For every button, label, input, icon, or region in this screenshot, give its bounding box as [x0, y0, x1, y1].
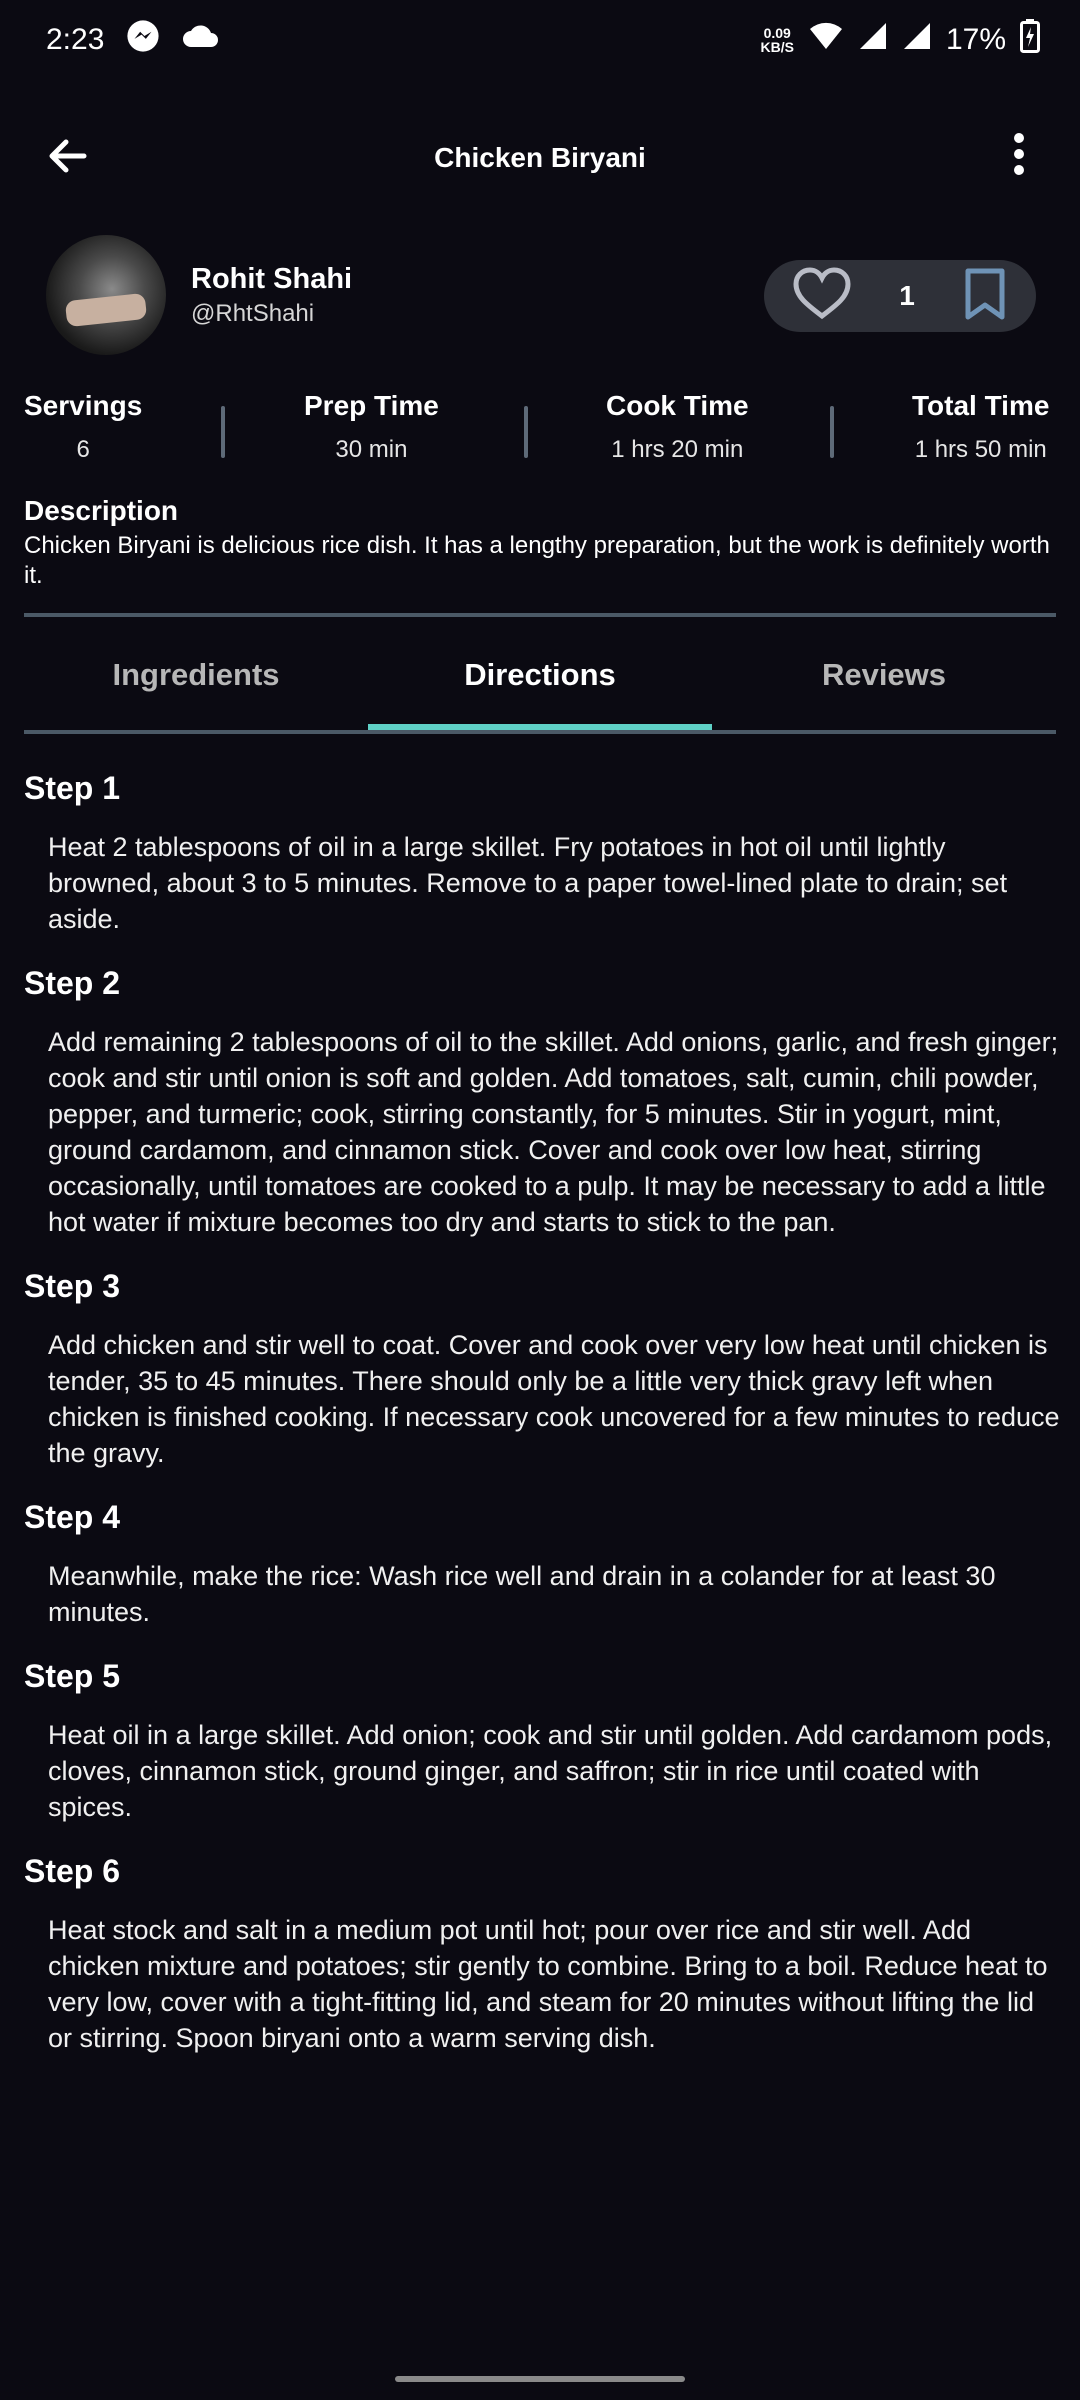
tab-ingredients[interactable]: Ingredients — [24, 620, 368, 730]
step-text: Add remaining 2 tablespoons of oil to th… — [48, 1027, 1059, 1237]
more-options-button[interactable] — [1004, 124, 1034, 184]
stat-label: Servings — [24, 390, 143, 421]
back-button[interactable] — [40, 128, 96, 184]
description-section: Description Chicken Biryani is delicious… — [24, 495, 1064, 591]
like-count: 1 — [899, 280, 915, 311]
step-text: Meanwhile, make the rice: Wash rice well… — [48, 1561, 996, 1627]
top-app-bar: Chicken Biryani — [0, 110, 1080, 205]
description-text: Chicken Biryani is delicious rice dish. … — [24, 532, 1050, 589]
battery-icon — [1020, 19, 1040, 61]
step-text: Heat stock and salt in a medium pot unti… — [48, 1915, 1048, 2053]
stat-servings: Servings 6 — [24, 390, 142, 464]
step-title: Step 4 — [24, 1499, 121, 1535]
signal-icon-1 — [858, 21, 888, 59]
messenger-icon — [126, 19, 160, 61]
step-title: Step 1 — [24, 770, 121, 806]
page-title: Chicken Biryani — [434, 141, 646, 173]
author-name[interactable]: Rohit Shahi — [191, 263, 352, 296]
cloud-icon — [182, 23, 219, 57]
step-title: Step 3 — [24, 1268, 121, 1304]
stat-label: Total Time — [912, 390, 1050, 421]
stat-divider — [524, 406, 528, 458]
list-item: Step 2 Add remaining 2 tablespoons of oi… — [24, 965, 1060, 1240]
status-left: 2:23 — [46, 19, 219, 61]
tab-reviews[interactable]: Reviews — [712, 620, 1056, 730]
step-text: Add chicken and stir well to coat. Cover… — [48, 1330, 1060, 1468]
step-title: Step 6 — [24, 1853, 121, 1889]
status-right: 0.09 KB/S 17% — [761, 19, 1040, 61]
status-time: 2:23 — [46, 23, 105, 56]
stat-value: 1 hrs 50 min — [914, 436, 1047, 463]
wifi-icon — [808, 21, 844, 59]
net-speed: 0.09 KB/S — [761, 26, 794, 54]
description-heading: Description — [24, 495, 179, 526]
step-title: Step 5 — [24, 1658, 121, 1694]
bookmark-button[interactable] — [962, 267, 1008, 326]
net-speed-unit: KB/S — [760, 39, 794, 55]
stat-divider — [221, 406, 225, 458]
section-divider — [24, 613, 1056, 617]
list-item: Step 5 Heat oil in a large skillet. Add … — [24, 1658, 1060, 1825]
author-row: Rohit Shahi @RhtShahi 1 — [46, 235, 1036, 355]
like-button[interactable] — [792, 266, 852, 327]
actions-pill: 1 — [764, 260, 1036, 332]
avatar-image-detail — [64, 292, 148, 328]
tab-directions[interactable]: Directions — [368, 620, 712, 730]
list-item: Step 6 Heat stock and salt in a medium p… — [24, 1853, 1060, 2056]
recipe-tabs: Ingredients Directions Reviews — [24, 620, 1056, 730]
battery-percent: 17% — [945, 23, 1006, 56]
stat-total-time: Total Time 1 hrs 50 min — [912, 390, 1049, 464]
stat-cook-time: Cook Time 1 hrs 20 min — [606, 390, 749, 464]
stat-value: 1 hrs 20 min — [611, 436, 744, 463]
bookmark-icon — [965, 268, 1005, 319]
avatar[interactable] — [46, 235, 166, 355]
list-item: Step 4 Meanwhile, make the rice: Wash ri… — [24, 1499, 1060, 1630]
tabs-divider — [24, 730, 1056, 734]
list-item: Step 1 Heat 2 tablespoons of oil in a la… — [24, 770, 1060, 937]
status-bar: 2:23 0.09 KB/S 17% — [0, 0, 1080, 80]
stat-divider — [830, 406, 834, 458]
stat-value: 6 — [76, 436, 90, 463]
list-item: Step 3 Add chicken and stir well to coat… — [24, 1268, 1060, 1471]
recipe-stats: Servings 6 Prep Time 30 min Cook Time 1 … — [0, 390, 1080, 480]
more-vertical-icon — [1014, 133, 1024, 175]
stat-label: Cook Time — [606, 390, 749, 421]
step-text: Heat oil in a large skillet. Add onion; … — [48, 1720, 1053, 1822]
arrow-left-icon — [49, 139, 87, 173]
author-handle: @RhtShahi — [191, 300, 315, 327]
stat-label: Prep Time — [304, 390, 439, 421]
stat-prep-time: Prep Time 30 min — [304, 390, 439, 464]
net-speed-value: 0.09 — [763, 25, 791, 41]
signal-icon-2 — [902, 21, 932, 59]
step-title: Step 2 — [24, 965, 121, 1001]
step-text: Heat 2 tablespoons of oil in a large ski… — [48, 832, 1008, 934]
directions-list: Step 1 Heat 2 tablespoons of oil in a la… — [24, 770, 1060, 2084]
heart-icon — [793, 266, 851, 319]
stat-value: 30 min — [335, 436, 408, 463]
home-indicator[interactable] — [395, 2376, 685, 2382]
